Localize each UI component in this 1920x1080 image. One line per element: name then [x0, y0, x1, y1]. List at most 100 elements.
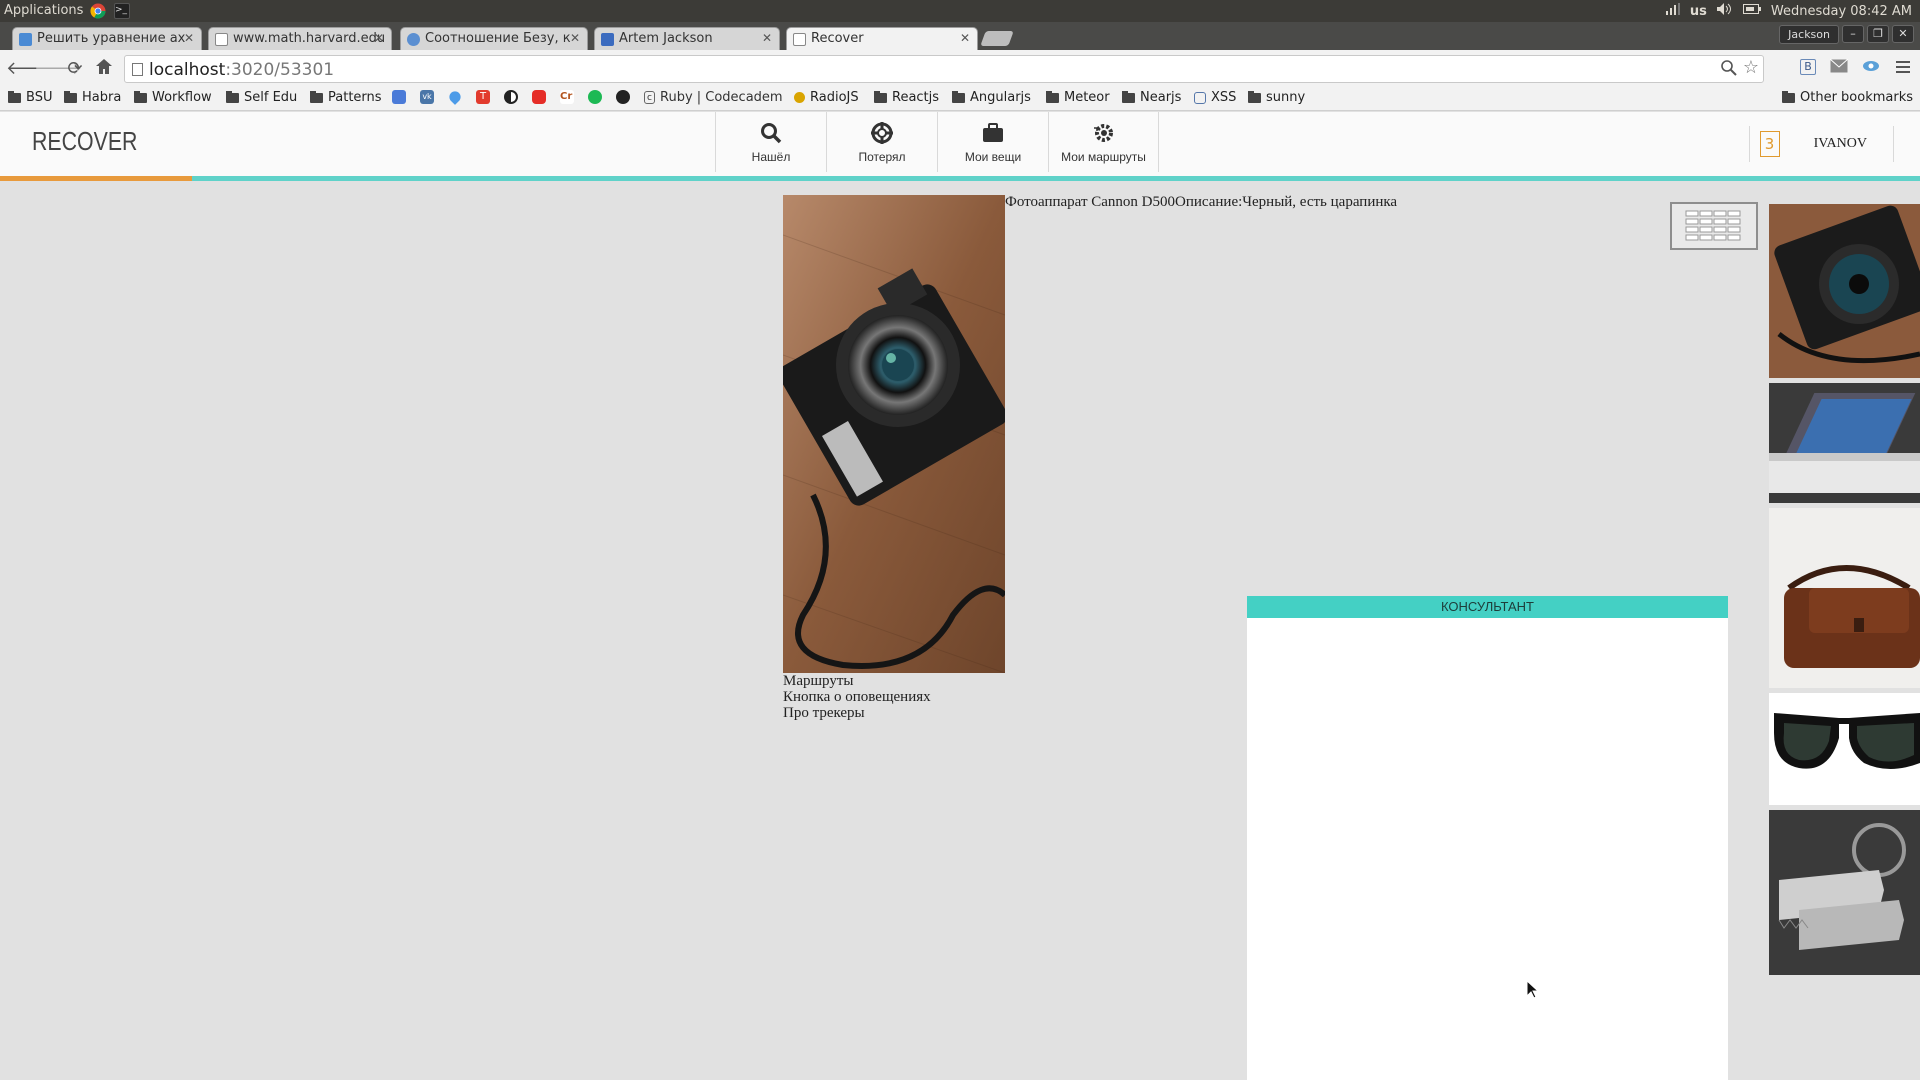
folder-icon: [1248, 90, 1261, 103]
bookmark-label: RadioJS: [810, 90, 859, 105]
home-icon[interactable]: [93, 58, 115, 79]
folder-icon: [874, 90, 887, 103]
tab-favicon-icon: [215, 33, 228, 46]
thumbnail-sunglasses[interactable]: [1769, 693, 1920, 805]
drop-icon[interactable]: [447, 89, 463, 105]
minimize-button[interactable]: –: [1842, 25, 1864, 43]
bookmark-folder[interactable]: Patterns: [310, 90, 382, 105]
bookmark-folder[interactable]: sunny: [1248, 90, 1305, 105]
bookmark-folder[interactable]: Nearjs: [1122, 90, 1181, 105]
link-notification-button[interactable]: Кнопка о оповещениях: [783, 689, 931, 705]
github-icon[interactable]: [616, 90, 630, 104]
bookmark-star-icon[interactable]: ☆: [1743, 57, 1759, 78]
notification-badge[interactable]: 3: [1759, 131, 1780, 157]
tab-title: www.math.harvard.edu: [233, 31, 386, 46]
extension-b-icon[interactable]: B: [1800, 59, 1816, 75]
lifebuoy-icon: [827, 120, 937, 146]
contrast-icon[interactable]: [504, 90, 518, 104]
other-bookmarks[interactable]: Other bookmarks: [1782, 90, 1913, 105]
tab-title: Соотношение Безу, к: [425, 31, 571, 46]
link-trackers[interactable]: Про трекеры: [783, 705, 931, 721]
bookmark-label: sunny: [1266, 90, 1306, 105]
browser-tab[interactable]: Решить уравнение ax ✕: [12, 27, 202, 50]
link-routes[interactable]: Маршруты: [783, 673, 931, 689]
close-window-button[interactable]: ✕: [1892, 25, 1914, 43]
close-tab-icon[interactable]: ✕: [184, 31, 194, 45]
close-tab-icon[interactable]: ✕: [960, 31, 970, 45]
t-icon[interactable]: T: [476, 90, 490, 104]
restore-button[interactable]: ❐: [1867, 25, 1889, 43]
user-area: 3 IVANOV: [1748, 126, 1894, 162]
chat-header[interactable]: КОНСУЛЬТАНТ: [1247, 596, 1728, 618]
nav-lost[interactable]: Потерял: [826, 112, 937, 172]
browser-tab[interactable]: www.math.harvard.edu ✕: [208, 27, 392, 50]
bookmark-label: Nearjs: [1140, 90, 1182, 105]
spotify-icon[interactable]: [588, 90, 602, 104]
bookmark-label: Self Edu: [244, 90, 298, 105]
keyboard-layout[interactable]: us: [1690, 4, 1707, 19]
cr-icon[interactable]: Cr: [560, 90, 574, 104]
youtube-icon[interactable]: [532, 90, 546, 104]
tab-strip: Решить уравнение ax ✕ www.math.harvard.e…: [0, 22, 1920, 50]
vk-icon[interactable]: vk: [420, 90, 434, 104]
bookmark-folder[interactable]: Workflow: [134, 90, 212, 105]
nav-my-routes[interactable]: Мои маршруты: [1048, 112, 1159, 172]
search-icon: [716, 120, 826, 146]
username[interactable]: IVANOV: [1814, 136, 1867, 152]
nav-found[interactable]: Нашёл: [715, 112, 826, 172]
thumbnail-keys[interactable]: [1769, 810, 1920, 975]
nav-my-things[interactable]: Мои вещи: [937, 112, 1048, 172]
browser-tab[interactable]: Artem Jackson ✕: [594, 27, 780, 50]
extension-eye-icon[interactable]: [1862, 59, 1880, 77]
app-logo[interactable]: RECOVER: [32, 126, 137, 157]
tab-favicon-icon: [19, 33, 32, 46]
bookmark-folder[interactable]: Reactjs: [874, 90, 939, 105]
nav-label: Нашёл: [751, 150, 791, 164]
bookmark-folder[interactable]: Angularjs: [952, 90, 1031, 105]
bookmark-folder[interactable]: Habra: [64, 90, 121, 105]
profile-button[interactable]: Jackson: [1779, 25, 1839, 44]
bookmark-folder[interactable]: Self Edu: [226, 90, 297, 105]
bookmark-codecademy[interactable]: c Ruby | Codecadem: [644, 90, 783, 105]
browser-tab[interactable]: Соотношение Безу, к ✕: [400, 27, 588, 50]
bookmark-radiojs[interactable]: RadioJS: [794, 90, 859, 105]
volume-icon[interactable]: [1716, 3, 1733, 19]
mail-icon[interactable]: [1829, 58, 1849, 77]
reload-icon[interactable]: ⟳: [64, 58, 86, 79]
back-icon[interactable]: 🡐: [6, 58, 54, 79]
page-icon: [132, 63, 143, 76]
translate-icon[interactable]: [392, 90, 406, 104]
bookmark-folder[interactable]: Meteor: [1046, 90, 1110, 105]
clock[interactable]: Wednesday 08:42 AM: [1771, 4, 1912, 19]
thumbnail-camera[interactable]: [1769, 204, 1920, 378]
chrome-icon[interactable]: [90, 3, 106, 19]
grid-view-button[interactable]: [1670, 202, 1758, 250]
tab-title: Recover: [811, 31, 864, 46]
close-tab-icon[interactable]: ✕: [570, 31, 580, 45]
url-host: localhost: [149, 60, 226, 80]
chat-body[interactable]: [1247, 618, 1728, 1080]
menu-icon[interactable]: [1896, 59, 1910, 77]
bookmark-label: Patterns: [328, 90, 382, 105]
bookmarks-bar: BSU Habra Workflow Self Edu Patterns vk …: [0, 86, 1920, 111]
address-bar[interactable]: localhost:3020/53301 ☆: [124, 55, 1764, 83]
close-tab-icon[interactable]: ✕: [374, 31, 384, 45]
bookmark-xss[interactable]: XSS: [1194, 90, 1236, 105]
close-tab-icon[interactable]: ✕: [762, 31, 772, 45]
zoom-icon[interactable]: [1721, 60, 1737, 81]
url-path: :3020/53301: [225, 60, 335, 80]
signal-icon[interactable]: [1665, 3, 1680, 19]
thumbnail-laptop[interactable]: [1769, 383, 1920, 503]
thumbnail-bag[interactable]: [1769, 508, 1920, 688]
bookmark-folder[interactable]: BSU: [8, 90, 52, 105]
new-tab-button[interactable]: [980, 31, 1014, 46]
mouse-cursor-icon: [1526, 979, 1540, 1003]
bookmark-label: Habra: [82, 90, 122, 105]
browser-tab-active[interactable]: Recover ✕: [786, 27, 978, 50]
forward-icon[interactable]: 🡒: [34, 58, 82, 79]
applications-menu[interactable]: Applications: [4, 3, 83, 18]
gear-route-icon: [1049, 120, 1158, 146]
item-photo: Canon: [783, 195, 1005, 673]
battery-icon[interactable]: [1742, 3, 1761, 19]
terminal-icon[interactable]: >_: [114, 3, 130, 19]
